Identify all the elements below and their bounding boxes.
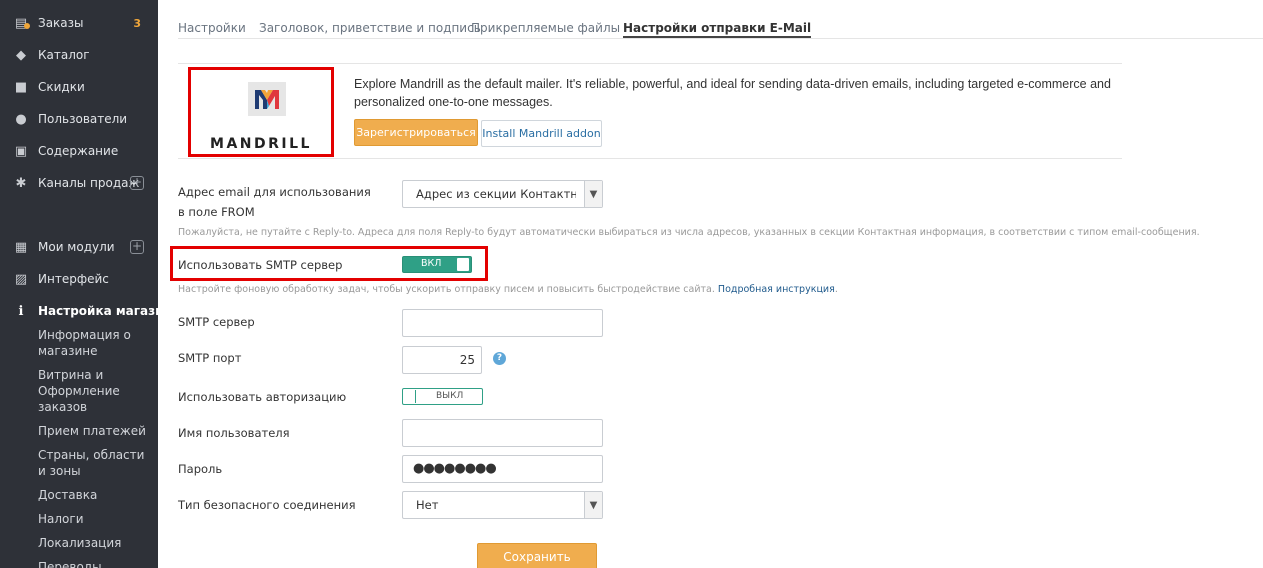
- expand-icon[interactable]: +: [130, 240, 144, 254]
- interface-icon: ▨: [14, 271, 28, 287]
- sidebar-item-label: Каналы продаж: [38, 176, 140, 190]
- gift-icon: ■: [14, 79, 28, 95]
- sidebar-item-label: Настройка магазина: [38, 304, 180, 318]
- install-addon-button[interactable]: Install Mandrill addon: [481, 120, 602, 147]
- users-icon: ●: [15, 111, 27, 127]
- secure-connection-value: Нет: [416, 498, 439, 512]
- sidebar-subitem-payments[interactable]: Прием платежей: [38, 423, 153, 439]
- sidebar: ▤ Заказы 3 ◆ Каталог ■ Скидки ● Пользова…: [0, 0, 180, 568]
- auth-toggle[interactable]: ВЫКЛ: [402, 388, 483, 405]
- sidebar-item-catalog[interactable]: ◆ Каталог: [0, 43, 158, 67]
- secure-connection-label: Тип безопасного соединения: [178, 498, 356, 512]
- mandrill-banner: MANDRILL Explore Mandrill as the default…: [178, 63, 1122, 159]
- toggle-label: ВЫКЛ: [436, 391, 464, 401]
- sidebar-item-label: Содержание: [38, 144, 119, 158]
- secure-connection-select[interactable]: Нет ▼: [402, 491, 603, 519]
- toggle-knob: [457, 258, 469, 271]
- sidebar-item-store-settings[interactable]: ℹ Настройка магазина: [0, 299, 180, 323]
- info-icon: ℹ: [18, 303, 24, 319]
- tabs-divider: [178, 38, 1263, 39]
- from-address-value: Адрес из секции Контактная и: [416, 187, 576, 201]
- smtp-port-input[interactable]: 25: [402, 346, 482, 374]
- password-label: Пароль: [178, 462, 223, 476]
- smtp-hint-text: Настройте фоновую обработку задач, чтобы…: [178, 284, 715, 295]
- sidebar-item-users[interactable]: ● Пользователи: [0, 107, 158, 131]
- tab-attachments[interactable]: Прикрепляемые файлы: [471, 21, 620, 35]
- mandrill-m-icon: [248, 82, 286, 116]
- notification-dot: [24, 23, 30, 29]
- help-icon[interactable]: ?: [493, 352, 506, 365]
- smtp-server-input[interactable]: [402, 309, 603, 337]
- tag-icon: ◆: [16, 47, 26, 63]
- channels-icon: ✱: [15, 175, 27, 191]
- sidebar-subitem-taxes[interactable]: Налоги: [38, 511, 153, 527]
- sidebar-item-modules[interactable]: ▦ Мои модули +: [0, 235, 158, 259]
- sidebar-item-label: Пользователи: [38, 112, 128, 126]
- tab-email-settings[interactable]: Настройки отправки E-Mail: [623, 21, 812, 38]
- username-label: Имя пользователя: [178, 426, 290, 440]
- sidebar-subitem-storefront[interactable]: Витрина и Оформление заказов: [38, 367, 153, 415]
- save-button[interactable]: Сохранить: [477, 543, 597, 568]
- username-input[interactable]: [402, 419, 603, 447]
- mandrill-logo-text: MANDRILL: [210, 136, 312, 152]
- mandrill-logo: MANDRILL: [188, 67, 334, 157]
- expand-icon[interactable]: +: [130, 176, 144, 190]
- from-address-select[interactable]: Адрес из секции Контактная и ▼: [402, 180, 603, 208]
- sidebar-subitem-localization[interactable]: Локализация: [38, 535, 153, 551]
- content-icon: ▣: [14, 143, 28, 159]
- from-address-hint: Пожалуйста, не путайте с Reply-to. Адрес…: [178, 227, 1200, 238]
- chevron-down-icon: ▼: [584, 181, 602, 207]
- modules-icon: ▦: [14, 239, 28, 255]
- sidebar-item-label: Каталог: [38, 48, 90, 62]
- smtp-hint: Настройте фоновую обработку задач, чтобы…: [178, 284, 838, 295]
- sidebar-item-discounts[interactable]: ■ Скидки: [0, 75, 158, 99]
- toggle-label: ВКЛ: [421, 258, 442, 269]
- password-value: ●●●●●●●●: [413, 461, 497, 476]
- smtp-instructions-link[interactable]: Подробная инструкция: [718, 284, 835, 295]
- sidebar-item-content[interactable]: ▣ Содержание: [0, 139, 158, 163]
- banner-description: Explore Mandrill as the default mailer. …: [354, 77, 1111, 109]
- smtp-port-label: SMTP порт: [178, 351, 242, 365]
- orders-count-badge: 3: [133, 16, 141, 30]
- auth-label: Использовать авторизацию: [178, 390, 347, 404]
- sidebar-item-label: Мои модули: [38, 240, 115, 254]
- password-input[interactable]: ●●●●●●●●: [402, 455, 603, 483]
- smtp-server-label: SMTP сервер: [178, 315, 255, 329]
- register-button[interactable]: Зарегистрироваться: [354, 119, 478, 146]
- sidebar-item-channels[interactable]: ✱ Каналы продаж +: [0, 171, 158, 195]
- sidebar-subitem-shipping[interactable]: Доставка: [38, 487, 153, 503]
- sidebar-subitem-store-info[interactable]: Информация о магазине: [38, 327, 153, 359]
- tab-settings[interactable]: Настройки: [178, 21, 246, 35]
- tab-header-greeting[interactable]: Заголовок, приветствие и подпись: [259, 21, 481, 35]
- sidebar-item-label: Интерфейс: [38, 272, 109, 286]
- sidebar-subitem-countries[interactable]: Страны, области и зоны: [38, 447, 153, 479]
- from-address-label: Адрес email для использования в поле FRO…: [178, 185, 371, 219]
- chevron-down-icon: ▼: [584, 492, 602, 518]
- smtp-use-toggle[interactable]: ВКЛ: [402, 256, 472, 273]
- sidebar-item-interface[interactable]: ▨ Интерфейс: [0, 267, 158, 291]
- sidebar-item-orders[interactable]: ▤ Заказы 3: [0, 11, 158, 35]
- sidebar-item-label: Скидки: [38, 80, 85, 94]
- sidebar-subitem-translations[interactable]: Переводы: [38, 559, 153, 568]
- smtp-port-value: 25: [459, 353, 475, 367]
- smtp-use-label: Использовать SMTP сервер: [178, 258, 343, 272]
- toggle-knob: [404, 390, 416, 403]
- sidebar-item-label: Заказы: [38, 16, 84, 30]
